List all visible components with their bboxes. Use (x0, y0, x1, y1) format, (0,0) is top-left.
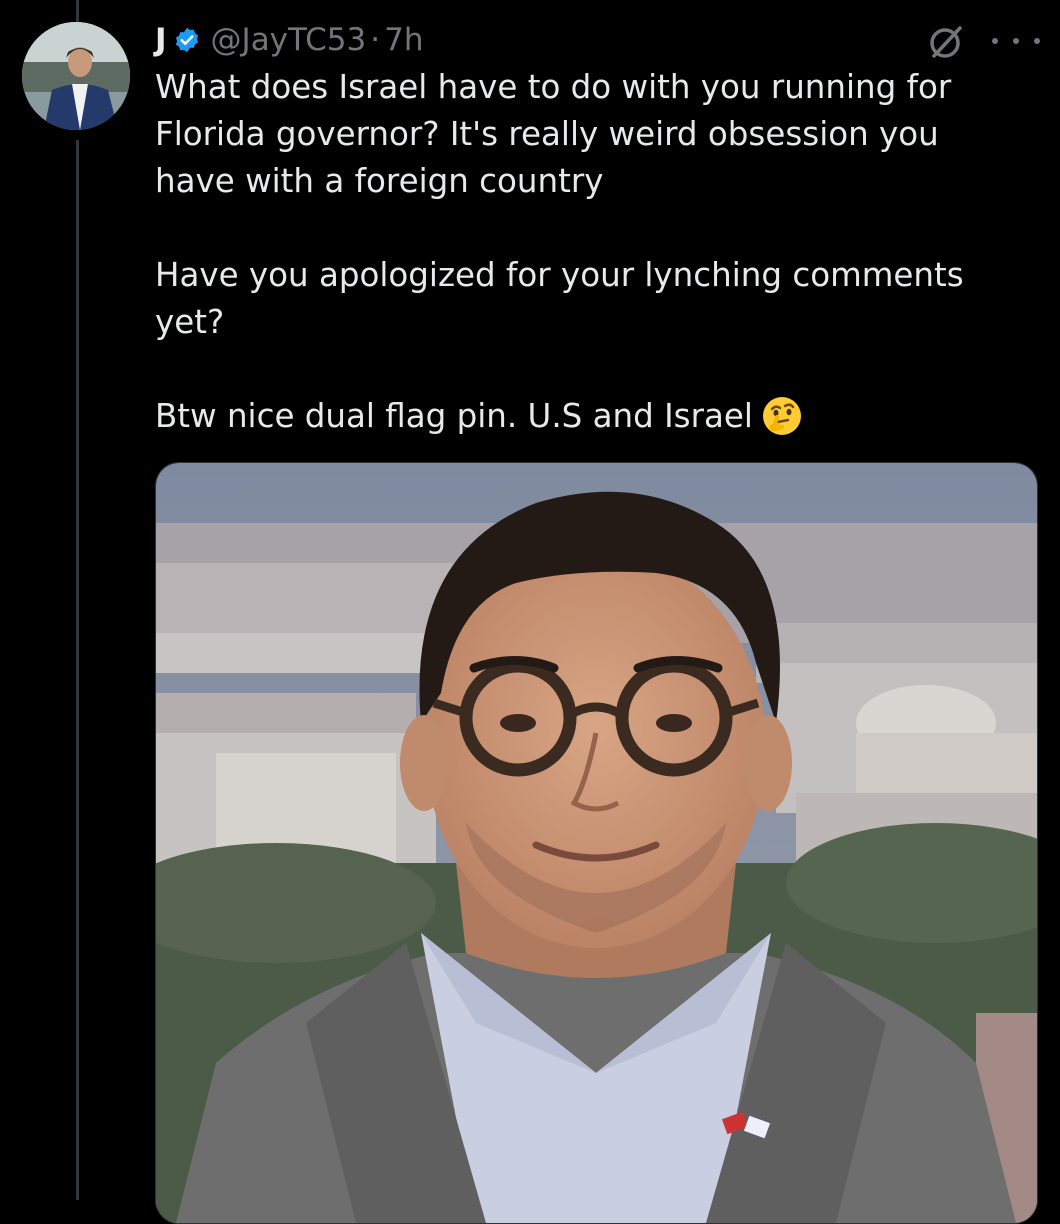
thinking-face-emoji (761, 395, 803, 437)
separator-dot: · (370, 22, 381, 58)
thread-line-top (76, 0, 79, 22)
tweet-header: J @JayTC53 · 7h (155, 18, 423, 62)
tweet-text: What does Israel have to do with you run… (155, 68, 964, 435)
grok-icon[interactable] (926, 22, 966, 62)
avatar[interactable] (22, 22, 130, 130)
author-handle[interactable]: @JayTC53 (211, 22, 367, 58)
verified-badge-icon (173, 26, 201, 54)
timestamp[interactable]: 7h (384, 22, 423, 58)
more-options-icon[interactable] (992, 26, 1040, 56)
thread-line (76, 140, 79, 1200)
author-name[interactable]: J (155, 22, 167, 58)
tweet-image[interactable] (155, 462, 1038, 1224)
tweet-body: What does Israel have to do with you run… (155, 64, 1005, 440)
